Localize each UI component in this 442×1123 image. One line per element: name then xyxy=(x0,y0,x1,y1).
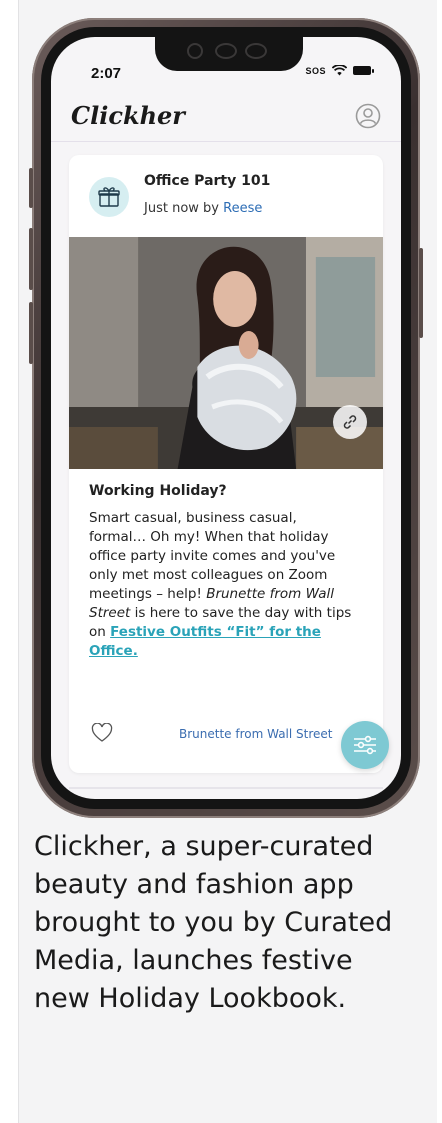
power-button xyxy=(419,248,423,338)
status-time: 2:07 xyxy=(91,65,122,82)
post-card[interactable]: Office Party 101 Just now by Reese Worki… xyxy=(69,155,383,773)
article-body: Smart casual, business casual, formal… O… xyxy=(89,509,357,661)
article-link[interactable]: Festive Outfits “Fit” for the Office. xyxy=(89,624,321,659)
camera-icon xyxy=(187,43,203,59)
mute-switch xyxy=(29,168,33,208)
phone-frame: 2:07 SOS Clickher Office Party 101 Just … xyxy=(29,18,423,818)
sliders-icon xyxy=(354,735,376,755)
post-photo[interactable] xyxy=(69,237,383,469)
notch xyxy=(155,37,303,71)
image-caption: Clickher, a super-curated beauty and fas… xyxy=(34,831,393,1014)
post-byline[interactable]: Brunette from Wall Street xyxy=(179,727,369,741)
volume-down-button xyxy=(29,302,33,364)
article-heading: Working Holiday? xyxy=(89,483,227,499)
post-meta-prefix: Just now by xyxy=(144,201,224,216)
volume-up-button xyxy=(29,228,33,290)
status-icons: SOS xyxy=(305,65,374,76)
share-link-button[interactable] xyxy=(333,405,367,439)
sensor-icon xyxy=(245,43,267,59)
carrier-label: SOS xyxy=(305,65,326,76)
category-avatar xyxy=(89,177,129,217)
wifi-icon xyxy=(332,65,347,76)
post-meta: Just now by Reese xyxy=(144,201,262,216)
filter-button[interactable] xyxy=(341,721,389,769)
card-divider xyxy=(69,787,383,789)
gift-icon xyxy=(98,187,120,207)
battery-icon xyxy=(353,66,374,75)
post-title[interactable]: Office Party 101 xyxy=(144,173,270,189)
phone-screen: 2:07 SOS Clickher Office Party 101 Just … xyxy=(51,37,401,799)
photo-illustration xyxy=(69,237,383,469)
app-logo[interactable]: Clickher xyxy=(71,101,185,130)
user-circle-icon[interactable] xyxy=(355,103,381,129)
link-icon xyxy=(343,415,357,429)
post-author-link[interactable]: Reese xyxy=(223,201,262,216)
sensor-icon xyxy=(215,43,237,59)
app-header: Clickher xyxy=(51,93,401,142)
heart-icon[interactable] xyxy=(91,723,113,743)
